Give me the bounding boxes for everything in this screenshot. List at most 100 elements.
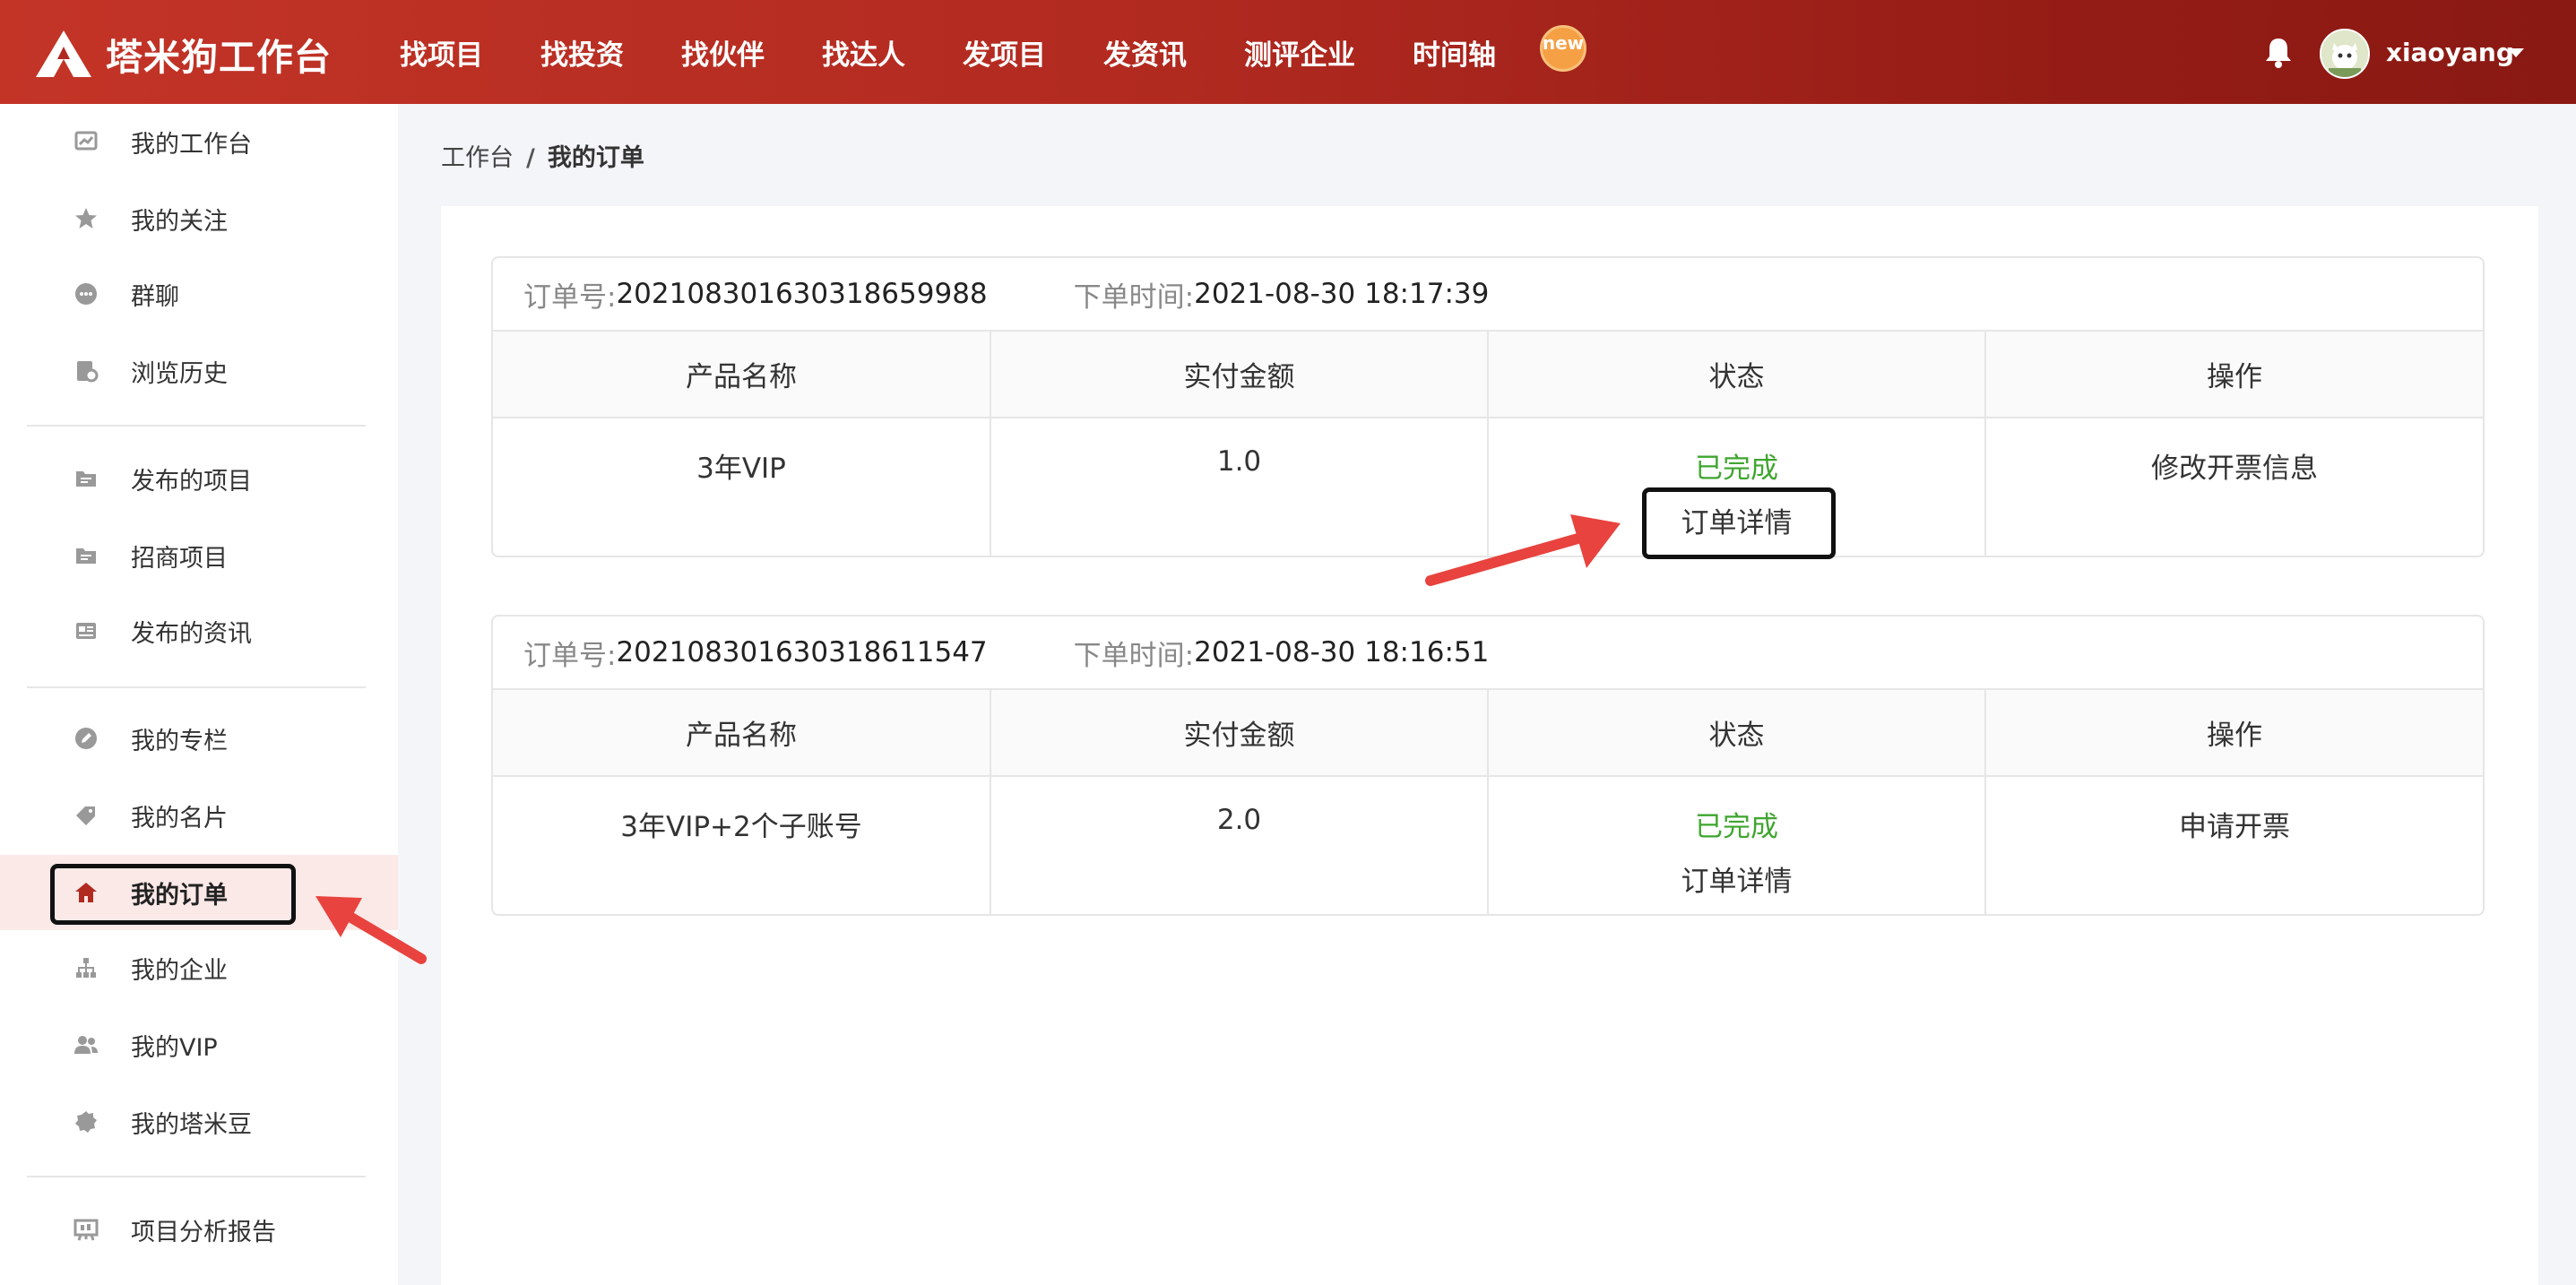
paid-amount: 1.0 xyxy=(990,418,1489,556)
order-table: 产品名称 实付金额 状态 操作 3年VIP+2个子账号 2.0 已完成 订单详情… xyxy=(493,690,2483,914)
col-product: 产品名称 xyxy=(493,690,991,777)
breadcrumb-root[interactable]: 工作台 xyxy=(441,144,514,172)
highlight-box-my-orders xyxy=(50,864,296,925)
sidebar-divider xyxy=(27,1176,366,1177)
chevron-down-icon[interactable] xyxy=(2506,47,2526,59)
brand-logo[interactable]: 塔米狗工作台 xyxy=(34,27,332,81)
product-name: 3年VIP+2个子账号 xyxy=(493,776,991,914)
order-number: 202108301630318611547 xyxy=(616,636,988,668)
edit-invoice-link[interactable]: 修改开票信息 xyxy=(1985,418,2483,556)
sidebar-item-label: 我的塔米豆 xyxy=(131,1110,252,1139)
sidebar-item-beans[interactable]: 我的塔米豆 xyxy=(0,1084,398,1160)
star-icon xyxy=(75,208,97,229)
nav-post-project[interactable]: 发项目 xyxy=(963,32,1046,73)
order-number-label: 订单号: xyxy=(523,280,617,314)
product-name: 3年VIP xyxy=(493,418,991,556)
orders-panel: 订单号: 202108301630318659988 下单时间: 2021-08… xyxy=(441,206,2538,1285)
nav-find-investment[interactable]: 找投资 xyxy=(540,32,624,73)
sidebar-item-label: 群聊 xyxy=(131,282,179,311)
order-detail-link[interactable]: 订单详情 xyxy=(1489,858,1984,899)
sidebar-item-label: 招商项目 xyxy=(131,544,228,573)
pen-icon xyxy=(75,728,97,749)
order-header: 订单号: 202108301630318611547 下单时间: 2021-08… xyxy=(493,617,2483,690)
sidebar-item-history[interactable]: 浏览历史 xyxy=(0,333,398,409)
sidebar-item-published-news[interactable]: 发布的资讯 xyxy=(0,593,398,668)
sidebar-item-analysis-report[interactable]: 项目分析报告 xyxy=(0,1192,398,1267)
report-icon xyxy=(73,1219,99,1241)
highlight-box-order-detail xyxy=(1642,487,1836,559)
sidebar-item-label: 我的名片 xyxy=(131,804,228,832)
order-time: 2021-08-30 18:16:51 xyxy=(1194,636,1490,668)
table-row: 3年VIP+2个子账号 2.0 已完成 订单详情 申请开票 xyxy=(493,776,2483,914)
order-card: 订单号: 202108301630318659988 下单时间: 2021-08… xyxy=(491,256,2485,557)
sidebar-item-label: 我的关注 xyxy=(131,207,228,236)
col-action: 操作 xyxy=(1985,332,2483,418)
order-time-label: 下单时间: xyxy=(1073,639,1195,672)
sidebar-item-card[interactable]: 我的名片 xyxy=(0,778,398,853)
nav-find-projects[interactable]: 找项目 xyxy=(400,32,483,73)
new-badge: new xyxy=(1540,25,1586,72)
apply-invoice-link[interactable]: 申请开票 xyxy=(1985,776,2483,914)
nav-timeline[interactable]: 时间轴 xyxy=(1413,32,1496,73)
chat-icon xyxy=(75,283,97,305)
breadcrumb: 工作台 / 我的订单 xyxy=(441,138,644,173)
col-status: 状态 xyxy=(1488,332,1986,418)
avatar-image-icon xyxy=(2321,30,2368,77)
col-product: 产品名称 xyxy=(493,332,991,418)
logo-icon xyxy=(36,30,91,77)
username[interactable]: xiaoyang xyxy=(2386,38,2514,67)
coin-icon xyxy=(75,1111,97,1133)
table-row: 3年VIP 1.0 已完成 订单详情 修改开票信息 xyxy=(493,418,2483,556)
chart-icon xyxy=(74,131,98,151)
news-icon xyxy=(76,623,96,639)
sidebar-item-label: 项目分析报告 xyxy=(131,1218,276,1246)
sidebar-item-vip[interactable]: 我的VIP xyxy=(0,1007,398,1082)
users-icon xyxy=(74,1036,98,1054)
status-badge: 已完成 xyxy=(1695,453,1778,485)
org-icon xyxy=(76,958,96,978)
main-nav: 找项目 找投资 找伙伴 找达人 发项目 发资讯 测评企业 时间轴 xyxy=(400,0,1496,104)
nav-find-experts[interactable]: 找达人 xyxy=(822,32,905,73)
sidebar-item-label: 浏览历史 xyxy=(131,359,228,388)
sidebar-divider xyxy=(27,425,366,427)
main-content: 工作台 / 我的订单 订单号: 202108301630318659988 下单时间… xyxy=(398,104,2576,1285)
sidebar-item-company[interactable]: 我的企业 xyxy=(0,930,398,1005)
sidebar-item-group-chat[interactable]: 群聊 xyxy=(0,256,398,332)
paid-amount: 2.0 xyxy=(990,776,1489,914)
sidebar-item-column[interactable]: 我的专栏 xyxy=(0,701,398,776)
order-table: 产品名称 实付金额 状态 操作 3年VIP 1.0 已完成 订单详情 修改开票信… xyxy=(493,332,2483,556)
order-header: 订单号: 202108301630318659988 下单时间: 2021-08… xyxy=(493,258,2483,332)
sidebar-item-investment-projects[interactable]: 招商项目 xyxy=(0,518,398,593)
breadcrumb-separator: / xyxy=(526,144,535,172)
nav-post-news[interactable]: 发资讯 xyxy=(1103,32,1187,73)
col-status: 状态 xyxy=(1488,690,1986,777)
sidebar-item-label: 发布的资讯 xyxy=(131,619,252,648)
col-amount: 实付金额 xyxy=(990,690,1489,777)
avatar[interactable] xyxy=(2320,29,2370,79)
sidebar-item-follow[interactable]: 我的关注 xyxy=(0,181,398,256)
order-time: 2021-08-30 18:17:39 xyxy=(1194,278,1490,310)
sidebar-item-label: 我的企业 xyxy=(131,956,228,985)
col-action: 操作 xyxy=(1985,690,2483,777)
order-time-label: 下单时间: xyxy=(1073,280,1195,314)
table-header-row: 产品名称 实付金额 状态 操作 xyxy=(493,690,2483,777)
sidebar: 我的工作台 我的关注 群聊 浏览历史 发布的项目 招商项目 发布的资讯 我的专栏… xyxy=(0,104,398,1285)
top-navbar: 塔米狗工作台 找项目 找投资 找伙伴 找达人 发项目 发资讯 测评企业 时间轴 … xyxy=(0,0,2576,104)
bell-icon[interactable] xyxy=(2264,36,2293,68)
sidebar-item-label: 我的VIP xyxy=(131,1033,218,1062)
folder-icon xyxy=(76,471,96,487)
table-header-row: 产品名称 实付金额 状态 操作 xyxy=(493,332,2483,418)
tag-icon xyxy=(76,806,95,825)
brand-name: 塔米狗工作台 xyxy=(106,36,332,79)
col-amount: 实付金额 xyxy=(990,332,1489,418)
order-number: 202108301630318659988 xyxy=(616,278,988,310)
status-cell: 已完成 订单详情 xyxy=(1488,776,1986,914)
nav-find-partners[interactable]: 找伙伴 xyxy=(681,32,765,73)
sidebar-item-workbench[interactable]: 我的工作台 xyxy=(0,104,398,179)
order-card: 订单号: 202108301630318611547 下单时间: 2021-08… xyxy=(491,615,2485,916)
sidebar-divider xyxy=(27,686,366,688)
sidebar-item-published-projects[interactable]: 发布的项目 xyxy=(0,441,398,516)
nav-rate-company[interactable]: 测评企业 xyxy=(1244,32,1355,73)
sidebar-item-label: 我的工作台 xyxy=(131,130,252,159)
order-number-label: 订单号: xyxy=(523,639,617,672)
